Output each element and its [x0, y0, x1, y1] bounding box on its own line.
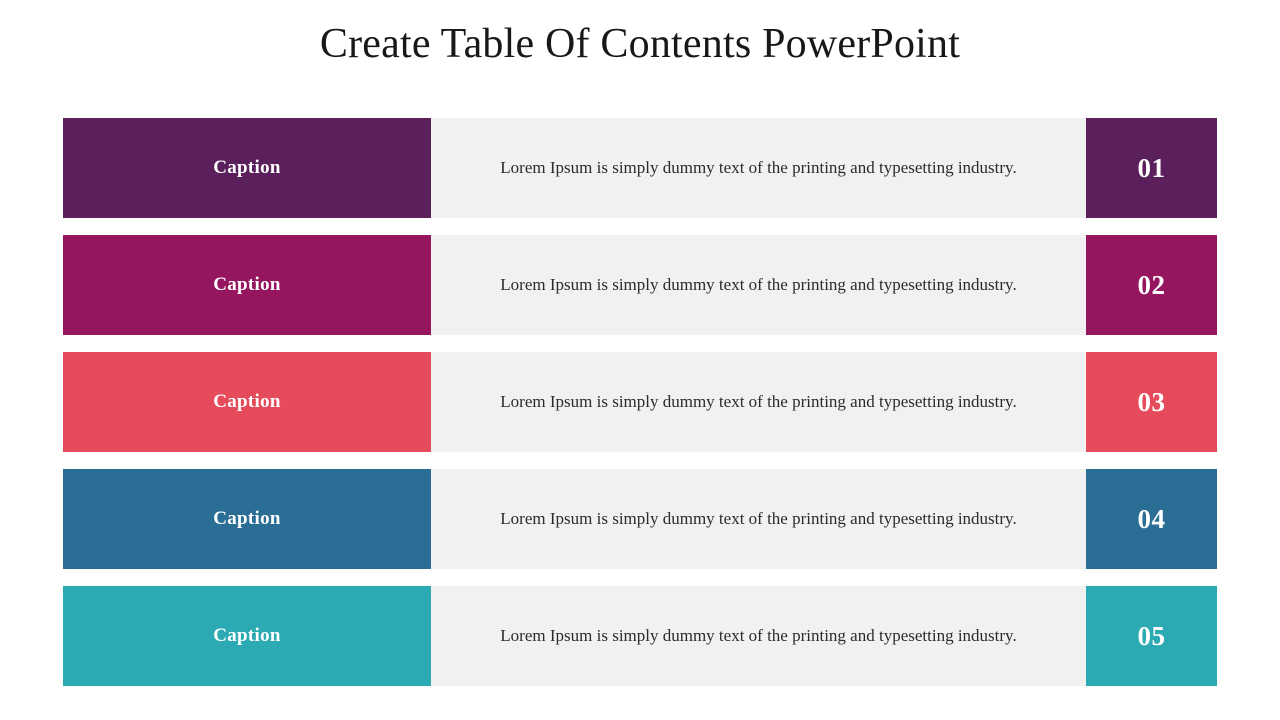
slide-canvas: Create Table Of Contents PowerPoint Capt… [0, 0, 1280, 720]
page-title: Create Table Of Contents PowerPoint [319, 21, 961, 67]
number-label: 05 [1137, 621, 1166, 651]
caption-block[interactable]: Caption [63, 469, 431, 569]
caption-label: Caption [213, 157, 281, 178]
number-label: 04 [1137, 504, 1166, 534]
toc-row[interactable]: Caption Lorem Ipsum is simply dummy text… [63, 118, 1217, 218]
description-text: Lorem Ipsum is simply dummy text of the … [500, 509, 1017, 528]
number-block[interactable]: 04 [1086, 469, 1217, 569]
description-panel: Lorem Ipsum is simply dummy text of the … [431, 235, 1086, 335]
toc-row[interactable]: Caption Lorem Ipsum is simply dummy text… [63, 235, 1217, 335]
description-panel: Lorem Ipsum is simply dummy text of the … [431, 586, 1086, 686]
description-text: Lorem Ipsum is simply dummy text of the … [500, 626, 1017, 645]
description-panel: Lorem Ipsum is simply dummy text of the … [431, 469, 1086, 569]
number-block[interactable]: 02 [1086, 235, 1217, 335]
number-label: 03 [1137, 387, 1166, 417]
caption-label: Caption [213, 274, 281, 295]
number-block[interactable]: 01 [1086, 118, 1217, 218]
caption-label: Caption [213, 391, 281, 412]
toc-row[interactable]: Caption Lorem Ipsum is simply dummy text… [63, 469, 1217, 569]
number-block[interactable]: 03 [1086, 352, 1217, 452]
description-panel: Lorem Ipsum is simply dummy text of the … [431, 352, 1086, 452]
table-of-contents-list: Caption Lorem Ipsum is simply dummy text… [63, 118, 1217, 703]
toc-row[interactable]: Caption Lorem Ipsum is simply dummy text… [63, 352, 1217, 452]
toc-row[interactable]: Caption Lorem Ipsum is simply dummy text… [63, 586, 1217, 686]
description-text: Lorem Ipsum is simply dummy text of the … [500, 275, 1017, 294]
caption-label: Caption [213, 508, 281, 529]
caption-block[interactable]: Caption [63, 235, 431, 335]
description-text: Lorem Ipsum is simply dummy text of the … [500, 158, 1017, 177]
number-label: 02 [1137, 270, 1166, 300]
number-block[interactable]: 05 [1086, 586, 1217, 686]
description-panel: Lorem Ipsum is simply dummy text of the … [431, 118, 1086, 218]
caption-block[interactable]: Caption [63, 118, 431, 218]
description-text: Lorem Ipsum is simply dummy text of the … [500, 392, 1017, 411]
caption-block[interactable]: Caption [63, 352, 431, 452]
number-label: 01 [1137, 153, 1166, 183]
caption-label: Caption [213, 625, 281, 646]
caption-block[interactable]: Caption [63, 586, 431, 686]
